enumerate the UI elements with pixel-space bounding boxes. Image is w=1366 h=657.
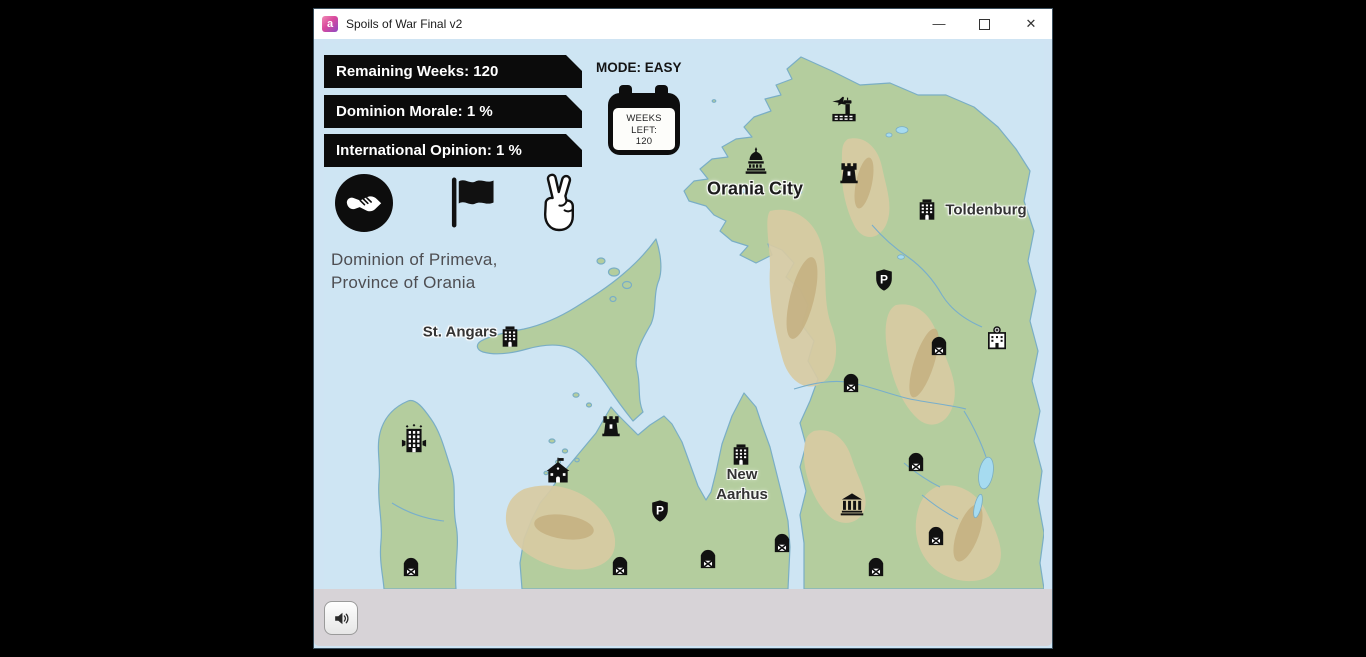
victory-hand-icon bbox=[537, 171, 581, 234]
peace-button[interactable] bbox=[537, 171, 581, 239]
minimize-button[interactable]: — bbox=[925, 9, 953, 39]
window-title: Spoils of War Final v2 bbox=[346, 9, 462, 39]
marker-capitol[interactable] bbox=[741, 146, 772, 177]
marker-bank[interactable] bbox=[839, 491, 866, 518]
maximize-button[interactable] bbox=[970, 9, 998, 39]
weeks-left-calendar: WEEKS LEFT: 120 bbox=[608, 93, 680, 155]
game-stage: Orania City Toldenburg St. Angars New Aarhu… bbox=[314, 39, 1052, 648]
marker-barn[interactable] bbox=[697, 548, 720, 571]
footer-bar bbox=[314, 589, 1052, 646]
mode-label: MODE: EASY bbox=[596, 60, 682, 75]
app-window: a Spoils of War Final v2 — ✕ bbox=[313, 8, 1053, 649]
calendar-line1: WEEKS bbox=[613, 113, 675, 125]
game-map: Orania City Toldenburg St. Angars New Aarhu… bbox=[324, 43, 1044, 589]
maximize-icon bbox=[979, 19, 990, 30]
calendar-line3: 120 bbox=[613, 136, 675, 148]
marker-barn[interactable] bbox=[609, 555, 632, 578]
region-caption: Dominion of Primeva, Province of Orania bbox=[331, 249, 498, 294]
marker-barn[interactable] bbox=[771, 532, 794, 555]
marker-school[interactable] bbox=[544, 457, 573, 486]
region-caption-line1: Dominion of Primeva, bbox=[331, 249, 498, 272]
calendar-ring-icon bbox=[619, 85, 632, 105]
desktop-background: a Spoils of War Final v2 — ✕ bbox=[0, 0, 1366, 657]
calendar-ring-icon bbox=[655, 85, 668, 105]
region-caption-line2: Province of Orania bbox=[331, 272, 498, 295]
calendar-face: WEEKS LEFT: 120 bbox=[613, 108, 675, 150]
marker-barn[interactable] bbox=[400, 556, 423, 579]
dominion-morale-bar: Dominion Morale: 1 % bbox=[324, 95, 582, 128]
international-opinion-bar: International Opinion: 1 % bbox=[324, 134, 582, 167]
marker-castle[interactable] bbox=[598, 413, 624, 439]
speaker-icon bbox=[332, 609, 351, 628]
marker-city-building[interactable] bbox=[728, 441, 755, 468]
map-label: Toldenburg bbox=[945, 202, 1026, 219]
app-icon: a bbox=[322, 16, 338, 32]
marker-barn[interactable] bbox=[925, 525, 948, 548]
map-label: St. Angars bbox=[423, 324, 497, 341]
marker-barn[interactable] bbox=[905, 451, 928, 474]
marker-airport[interactable] bbox=[829, 94, 860, 125]
marker-barn[interactable] bbox=[840, 372, 863, 395]
volume-button[interactable] bbox=[324, 601, 358, 635]
remaining-weeks-bar: Remaining Weeks: 120 bbox=[324, 55, 582, 88]
marker-barn[interactable] bbox=[928, 335, 951, 358]
marker-barn[interactable] bbox=[865, 556, 888, 579]
marker-police-badge[interactable] bbox=[648, 499, 673, 524]
flag-icon bbox=[448, 176, 495, 229]
map-label: Orania City bbox=[707, 179, 803, 200]
handshake-icon bbox=[343, 190, 385, 217]
marker-police-badge[interactable] bbox=[872, 268, 897, 293]
calendar-line2: LEFT: bbox=[613, 125, 675, 137]
window-titlebar: a Spoils of War Final v2 — ✕ bbox=[314, 9, 1052, 40]
diplomacy-button[interactable] bbox=[335, 174, 393, 232]
marker-hospital[interactable] bbox=[984, 325, 1011, 352]
marker-castle[interactable] bbox=[836, 160, 862, 186]
marker-gov-building[interactable] bbox=[398, 423, 431, 456]
close-button[interactable]: ✕ bbox=[1017, 9, 1045, 39]
surrender-button[interactable] bbox=[448, 176, 495, 234]
marker-city-building[interactable] bbox=[497, 323, 524, 350]
marker-city-building[interactable] bbox=[914, 196, 941, 223]
map-label: New Aarhus bbox=[710, 465, 774, 505]
